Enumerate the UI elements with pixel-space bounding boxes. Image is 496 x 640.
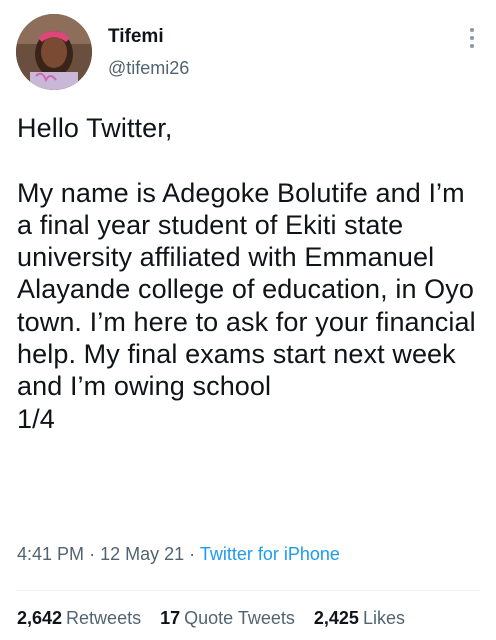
divider [16, 590, 480, 591]
retweets-label: Retweets [66, 608, 142, 628]
tweet-text: Hello Twitter, My name is Adegoke Boluti… [17, 113, 476, 434]
author-name[interactable]: Tifemi [108, 26, 164, 48]
meta-separator: · [89, 544, 96, 564]
tweet-header: Tifemi @tifemi26 [16, 14, 480, 94]
tweet-date: 12 May 21 [100, 544, 185, 564]
likes-count: 2,425 [313, 608, 359, 628]
quote-tweets-count: 17 [160, 608, 181, 628]
tweet-stats: 2,642 Retweets 17 Quote Tweets 2,425 Likes [17, 608, 419, 629]
avatar[interactable] [16, 14, 92, 90]
retweets-count: 2,642 [17, 608, 63, 628]
retweets-stat[interactable]: 2,642 Retweets [17, 608, 141, 629]
tweet-meta: 4:41 PM · 12 May 21 · Twitter for iPhone [17, 544, 340, 565]
more-vertical-icon[interactable] [464, 24, 480, 52]
tweet-time: 4:41 PM [17, 544, 85, 564]
avatar-photo [16, 14, 92, 90]
meta-separator: · [189, 544, 196, 564]
quote-tweets-stat[interactable]: 17 Quote Tweets [160, 608, 295, 629]
tweet-source-link[interactable]: Twitter for iPhone [200, 544, 340, 564]
likes-label: Likes [362, 608, 405, 628]
likes-stat[interactable]: 2,425 Likes [314, 608, 405, 629]
quote-tweets-label: Quote Tweets [184, 608, 295, 628]
author-handle[interactable]: @tifemi26 [108, 58, 189, 79]
